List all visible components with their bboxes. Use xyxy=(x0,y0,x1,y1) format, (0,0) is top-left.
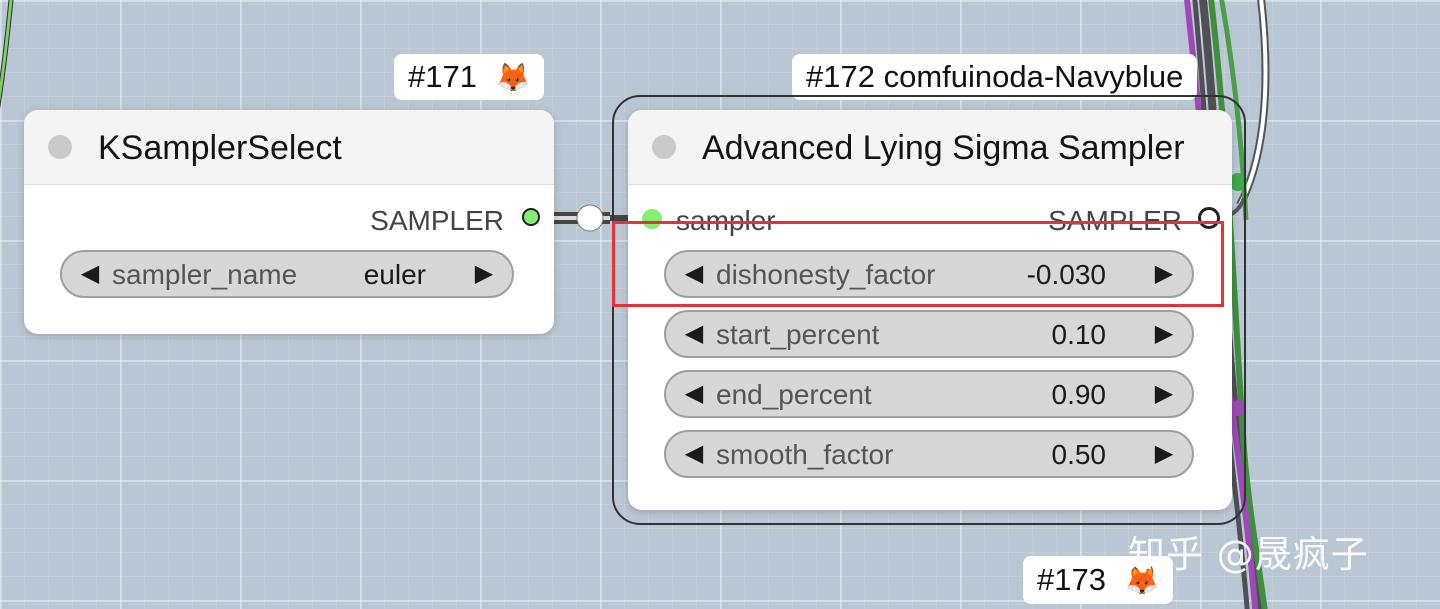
arrow-right-icon[interactable]: ▶ xyxy=(1150,312,1178,356)
sampler-name-combo[interactable]: ◀ sampler_name euler ▶ xyxy=(60,250,514,298)
output-port[interactable] xyxy=(522,208,540,226)
badge-text: #173 xyxy=(1037,562,1106,597)
widget-label: start_percent xyxy=(716,319,880,350)
badge-text: #171 xyxy=(408,59,477,94)
smooth-factor-widget[interactable]: ◀ smooth_factor 0.50 ▶ xyxy=(664,430,1194,478)
widget-value: 0.50 xyxy=(1051,439,1107,470)
fox-icon: 🦊 xyxy=(495,62,531,93)
arrow-right-icon[interactable]: ▶ xyxy=(470,252,498,296)
widget-label: end_percent xyxy=(716,379,872,410)
ksampler-select-node[interactable]: KSamplerSelect SAMPLER ◀ sampler_name eu… xyxy=(24,110,554,334)
node-title: Advanced Lying Sigma Sampler xyxy=(702,129,1185,167)
arrow-right-icon[interactable]: ▶ xyxy=(1150,432,1178,476)
reroute-dot xyxy=(576,204,604,232)
advanced-lying-sigma-node[interactable]: Advanced Lying Sigma Sampler sampler SAM… xyxy=(628,110,1232,510)
badge-text: #172 comfuinoda-Navyblue xyxy=(806,59,1184,94)
widget-value: 0.10 xyxy=(1051,319,1107,350)
output-label: SAMPLER xyxy=(370,205,504,236)
start-percent-widget[interactable]: ◀ start_percent 0.10 ▶ xyxy=(664,310,1194,358)
widget-label: smooth_factor xyxy=(716,439,894,470)
arrow-left-icon[interactable]: ◀ xyxy=(680,432,708,476)
arrow-left-icon[interactable]: ◀ xyxy=(680,372,708,416)
highlight-annotation xyxy=(612,221,1224,307)
collapse-dot-icon[interactable] xyxy=(48,135,72,159)
widget-value: 0.90 xyxy=(1051,379,1107,410)
widget-label: sampler_name xyxy=(112,259,298,290)
node-header[interactable]: Advanced Lying Sigma Sampler xyxy=(628,110,1232,185)
arrow-left-icon[interactable]: ◀ xyxy=(680,312,708,356)
watermark-text: 知乎 @晟疯子 xyxy=(1128,533,1369,576)
node-title: KSamplerSelect xyxy=(98,129,342,167)
node-id-badge-172: #172 comfuinoda-Navyblue xyxy=(792,54,1198,100)
collapse-dot-icon[interactable] xyxy=(652,135,676,159)
end-percent-widget[interactable]: ◀ end_percent 0.90 ▶ xyxy=(664,370,1194,418)
widget-value: euler xyxy=(363,259,426,290)
node-header[interactable]: KSamplerSelect xyxy=(24,110,554,185)
node-id-badge-171: #171 🦊 xyxy=(394,54,545,100)
arrow-left-icon[interactable]: ◀ xyxy=(76,252,104,296)
arrow-right-icon[interactable]: ▶ xyxy=(1150,372,1178,416)
